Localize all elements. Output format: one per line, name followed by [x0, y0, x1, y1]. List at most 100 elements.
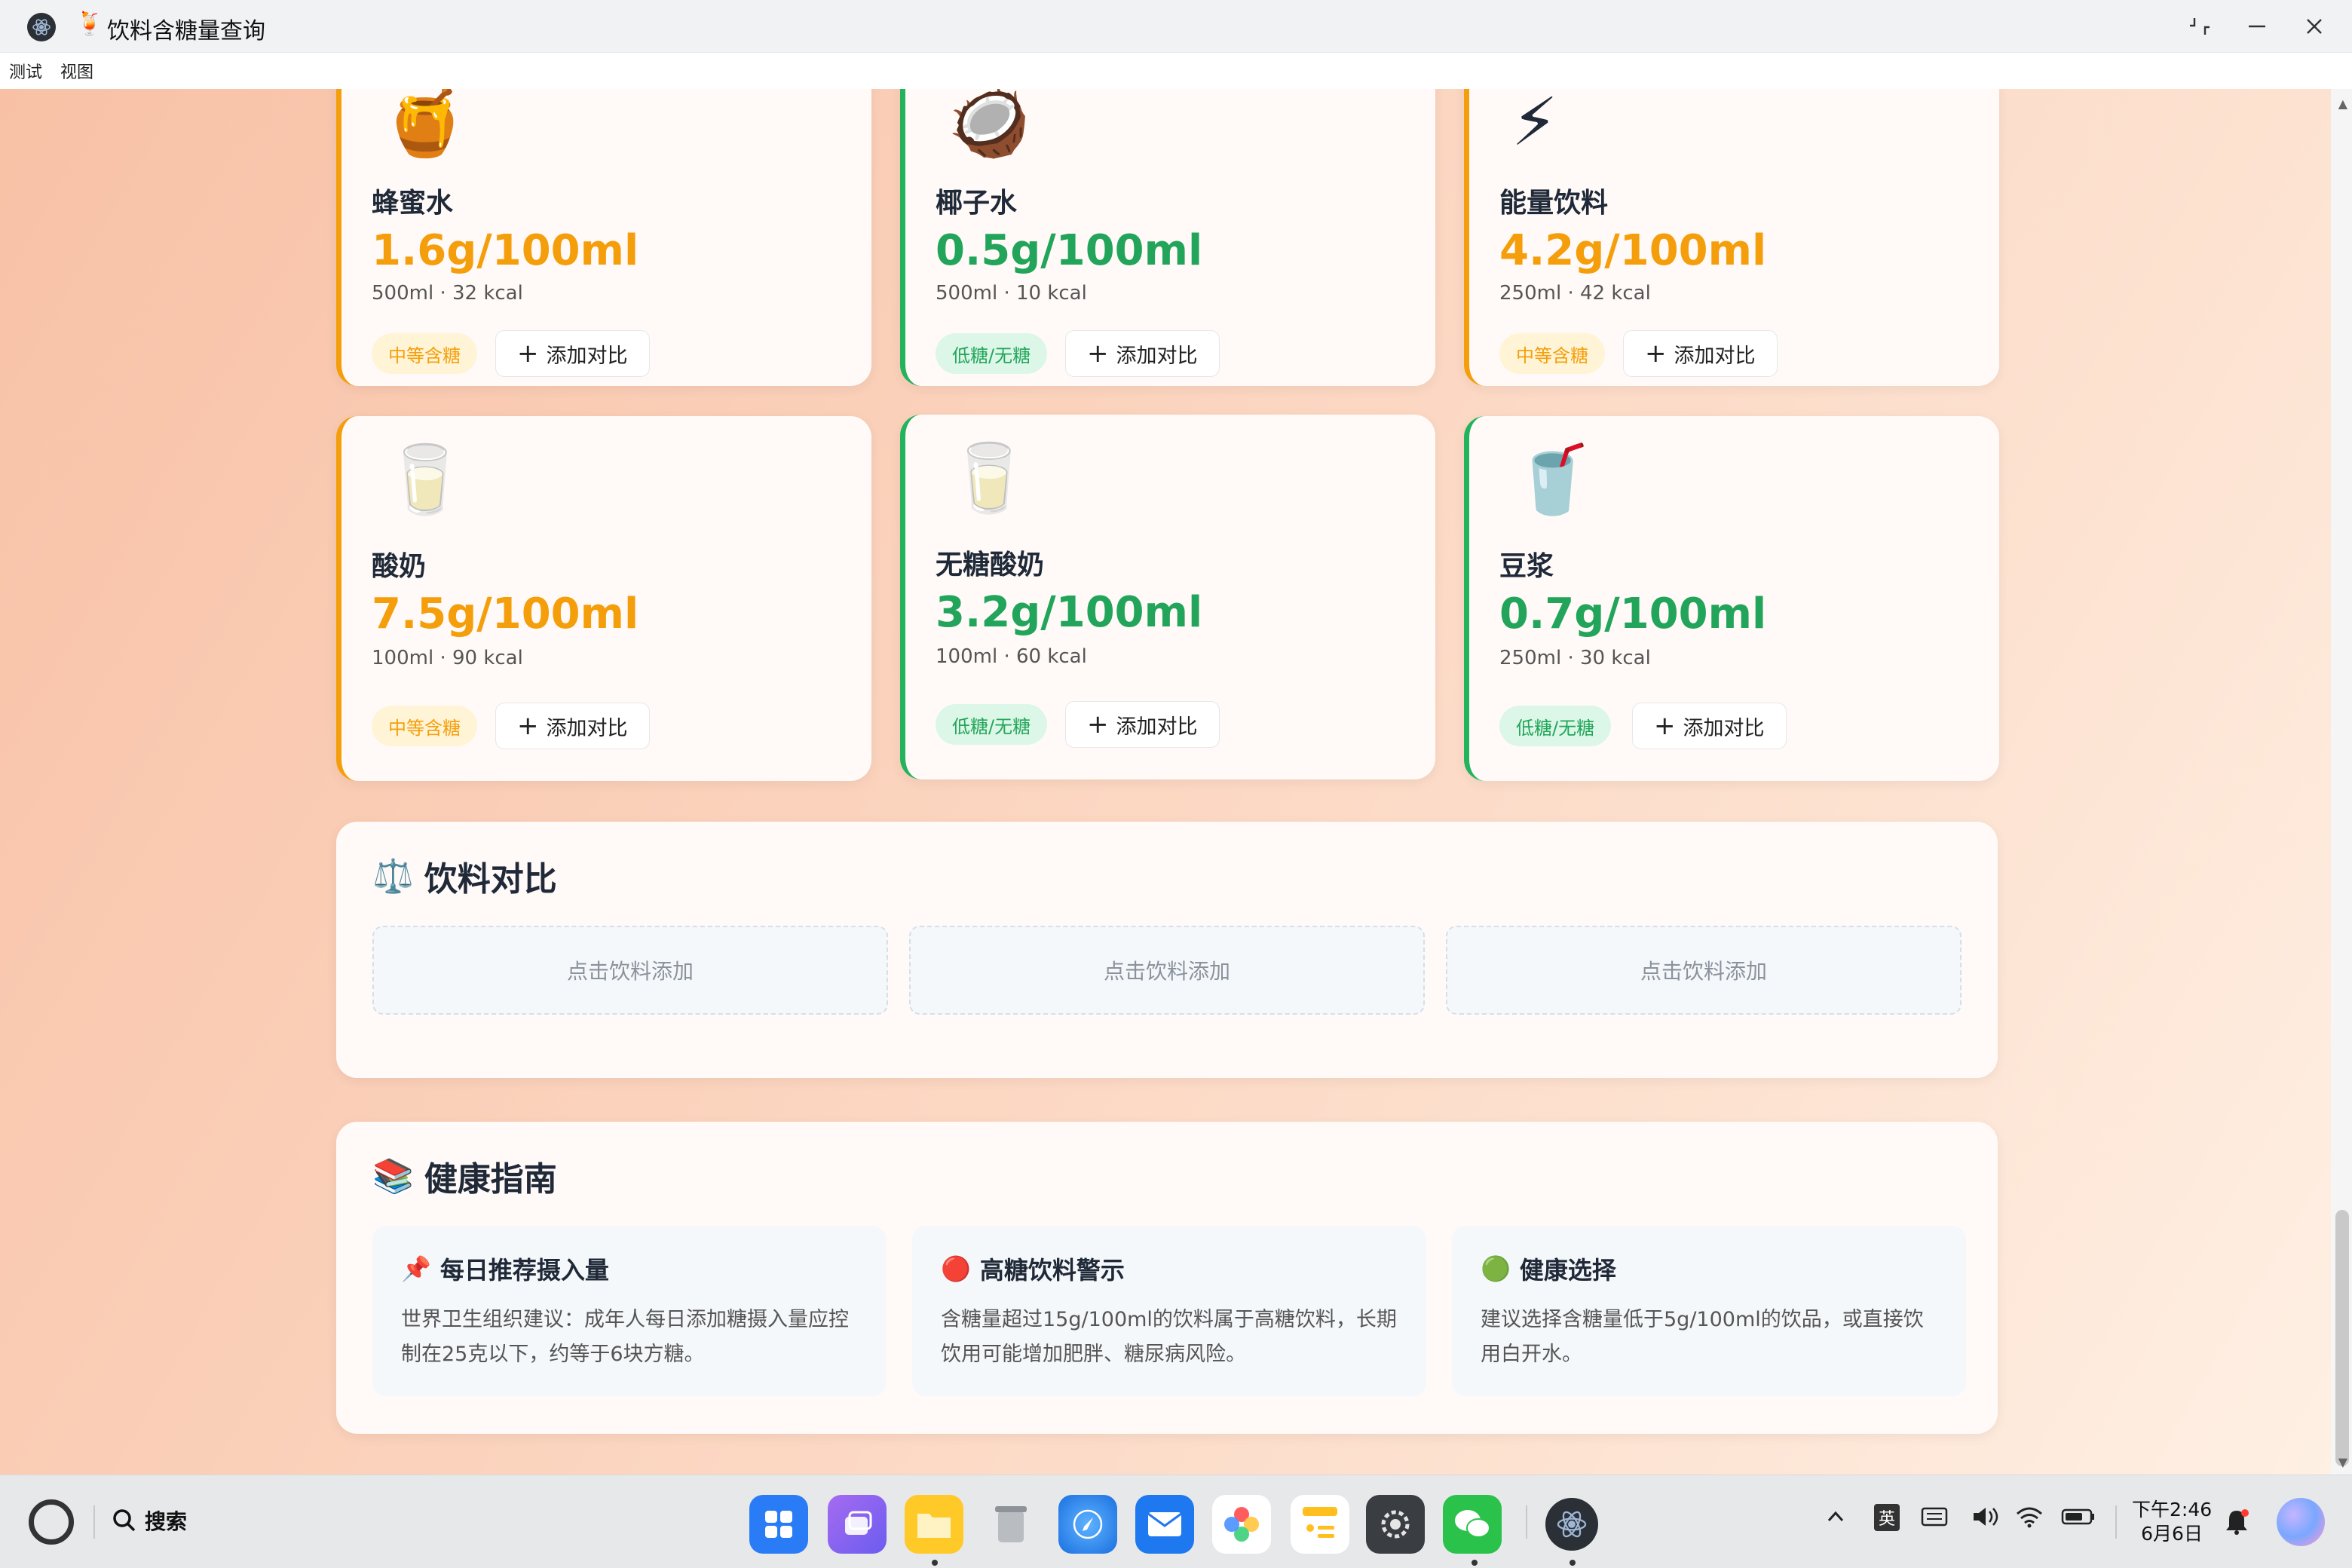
battery-icon[interactable] [2061, 1505, 2096, 1533]
compare-title: ⚖️ 饮料对比 [372, 852, 557, 900]
guide-card-title: 每日推荐摄入量 [439, 1256, 609, 1285]
guide-card-high-sugar-warning: 🔴 高糖饮料警示 含糖量超过15g/100ml的饮料属于高糖饮料，长期饮用可能增加… [912, 1226, 1426, 1396]
app-logo-icon [27, 13, 56, 41]
volume-icon[interactable] [1971, 1505, 2001, 1533]
menu-bar: 测试 视图 [0, 53, 2352, 89]
compare-slot[interactable]: 点击饮料添加 [372, 926, 888, 1015]
photos-app-icon[interactable] [1212, 1495, 1271, 1554]
files-folder-app-icon[interactable] [905, 1495, 963, 1554]
taskbar: 搜索 英 下午2:46 6月6日 [0, 1475, 2352, 1568]
taskbar-divider [1526, 1505, 1527, 1539]
sugar-value: 4.2g/100ml [1499, 226, 1767, 275]
drink-name: 酸奶 [372, 551, 427, 582]
taskbar-divider [93, 1505, 95, 1539]
wifi-icon[interactable] [2014, 1505, 2044, 1533]
add-compare-button[interactable]: + 添加对比 [495, 703, 650, 749]
taskbar-search[interactable]: 搜索 [112, 1505, 187, 1536]
sugar-level-badge: 低糖/无糖 [1499, 706, 1612, 746]
restore-icon[interactable] [2177, 8, 2222, 45]
guide-card-body: 含糖量超过15g/100ml的饮料属于高糖饮料，长期饮用可能增加肥胖、糖尿病风险… [941, 1308, 1397, 1366]
window-title: 饮料含糖量查询 [107, 18, 265, 44]
running-indicator [932, 1560, 938, 1566]
sugar-value: 1.6g/100ml [372, 226, 639, 275]
drink-meta: 250ml · 42 kcal [1499, 282, 1651, 305]
drink-name: 无糖酸奶 [936, 550, 1045, 580]
scroll-down-arrow-icon[interactable]: ▼ [2338, 1455, 2347, 1469]
sugar-level-badge: 低糖/无糖 [936, 704, 1048, 745]
drink-card[interactable]: 🥛 无糖酸奶 3.2g/100ml 100ml · 60 kcal 低糖/无糖 … [900, 415, 1435, 779]
guide-card-healthy-choice: 🟢 健康选择 建议选择含糖量低于5g/100ml的饮品，或直接饮用白开水。 [1452, 1226, 1966, 1396]
browser-app-icon[interactable] [1058, 1495, 1117, 1554]
plus-icon: + [1087, 709, 1109, 740]
honey-icon: 🍯 [384, 89, 467, 161]
wechat-app-icon[interactable] [1443, 1495, 1502, 1554]
clock-date: 6月6日 [2141, 1523, 2203, 1545]
notes-app-icon[interactable] [1291, 1495, 1349, 1554]
drink-card[interactable]: 🥛 酸奶 7.5g/100ml 100ml · 90 kcal 中等含糖 + 添加… [336, 416, 871, 781]
cup-with-straw-icon: 🥤 [1511, 440, 1594, 518]
clock-time: 下午2:46 [2132, 1499, 2213, 1521]
scrollbar-thumb[interactable] [2335, 1210, 2349, 1466]
drink-name: 豆浆 [1499, 551, 1554, 582]
compare-slot[interactable]: 点击饮料添加 [1446, 926, 1962, 1015]
launcher-app-icon[interactable] [749, 1495, 808, 1554]
scales-icon: ⚖️ [372, 857, 414, 896]
settings-gear-app-icon[interactable] [1366, 1495, 1425, 1554]
trash-app-icon[interactable] [982, 1495, 1040, 1554]
add-compare-button[interactable]: + 添加对比 [1632, 703, 1787, 749]
sugar-level-badge: 低糖/无糖 [936, 333, 1048, 374]
drink-card[interactable]: ⚡ 能量饮料 4.2g/100ml 250ml · 42 kcal 中等含糖 +… [1464, 89, 1999, 386]
notification-bell-icon[interactable] [2224, 1508, 2249, 1541]
start-button-icon[interactable] [29, 1499, 74, 1545]
drink-meta: 100ml · 90 kcal [372, 647, 523, 669]
sugar-level-badge: 中等含糖 [1499, 333, 1605, 374]
add-compare-button[interactable]: + 添加对比 [495, 330, 650, 377]
close-icon[interactable] [2292, 8, 2337, 45]
add-compare-label: 添加对比 [1674, 344, 1756, 368]
guide-title: 📚 健康指南 [372, 1152, 557, 1200]
title-bar: 🍹 饮料含糖量查询 [0, 0, 2352, 53]
drink-card[interactable]: 🥤 豆浆 0.7g/100ml 250ml · 30 kcal 低糖/无糖 + 添… [1464, 416, 1999, 781]
add-compare-label: 添加对比 [1116, 344, 1198, 368]
guide-card-body: 世界卫生组织建议：成年人每日添加糖摄入量应控制在25克以下，约等于6块方糖。 [401, 1308, 849, 1366]
add-compare-label: 添加对比 [1116, 715, 1198, 739]
drink-meta: 500ml · 10 kcal [936, 282, 1087, 305]
ai-assistant-icon[interactable] [2277, 1498, 2325, 1546]
search-label: 搜索 [145, 1509, 188, 1534]
electron-app-icon[interactable] [1545, 1498, 1598, 1551]
mail-app-icon[interactable] [1135, 1495, 1194, 1554]
drink-card[interactable]: 🍯 蜂蜜水 1.6g/100ml 500ml · 32 kcal 中等含糖 + 添… [336, 89, 871, 386]
green-circle-icon: 🟢 [1481, 1254, 1511, 1283]
guide-card-title: 高糖饮料警示 [979, 1256, 1125, 1285]
plus-icon: + [1654, 711, 1676, 741]
minimize-icon[interactable] [2234, 8, 2280, 45]
tray-chevron-up-icon[interactable] [1824, 1505, 1847, 1533]
milk-glass-icon: 🥛 [384, 440, 467, 518]
content-area: 🍯 蜂蜜水 1.6g/100ml 500ml · 32 kcal 中等含糖 + 添… [0, 89, 2352, 1475]
drink-meta: 500ml · 32 kcal [372, 282, 523, 305]
add-compare-button[interactable]: + 添加对比 [1065, 330, 1220, 377]
add-compare-button[interactable]: + 添加对比 [1623, 330, 1778, 377]
sugar-level-badge: 中等含糖 [372, 333, 477, 374]
multitask-app-icon[interactable] [828, 1495, 887, 1554]
search-icon [113, 1509, 136, 1532]
clock[interactable]: 下午2:46 6月6日 [2132, 1498, 2212, 1546]
coconut-icon: 🥥 [948, 89, 1031, 161]
guide-title-text: 健康指南 [424, 1160, 557, 1199]
drink-card[interactable]: 🥥 椰子水 0.5g/100ml 500ml · 10 kcal 低糖/无糖 +… [900, 89, 1435, 386]
compare-slot[interactable]: 点击饮料添加 [909, 926, 1425, 1015]
compare-section: ⚖️ 饮料对比 点击饮料添加 点击饮料添加 点击饮料添加 [336, 822, 1998, 1078]
sugar-value: 7.5g/100ml [372, 590, 639, 639]
sugar-level-badge: 中等含糖 [372, 706, 477, 746]
input-method-indicator[interactable]: 英 [1874, 1504, 1900, 1531]
plus-icon: + [517, 711, 539, 741]
add-compare-button[interactable]: + 添加对比 [1065, 701, 1220, 748]
guide-card-title: 健康选择 [1519, 1256, 1616, 1285]
keyboard-icon[interactable] [1921, 1505, 1948, 1533]
red-circle-icon: 🔴 [941, 1254, 971, 1283]
scroll-up-arrow-icon[interactable]: ▲ [2338, 96, 2347, 111]
drink-name: 能量饮料 [1499, 188, 1609, 219]
menu-item-view[interactable]: 视图 [60, 59, 93, 83]
sugar-value: 0.7g/100ml [1499, 590, 1767, 639]
menu-item-test[interactable]: 测试 [9, 59, 42, 83]
